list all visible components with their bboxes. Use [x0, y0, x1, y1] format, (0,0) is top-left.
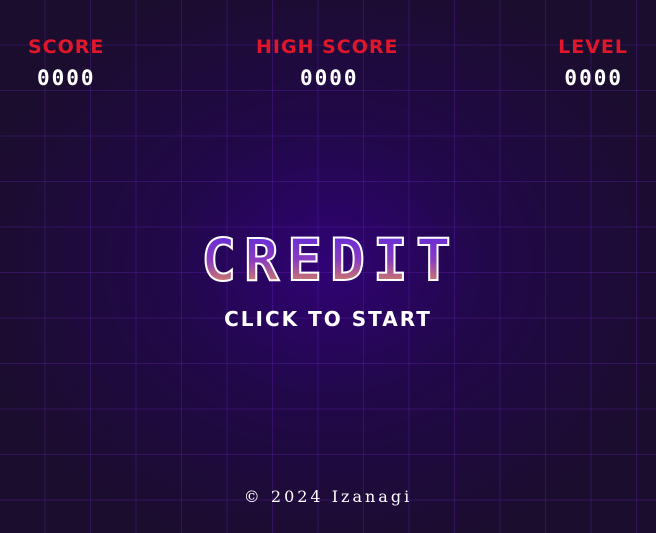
credit-title-text: CREDIT — [201, 226, 459, 294]
level-label: LEVEL — [558, 36, 628, 58]
click-to-start-button[interactable]: CLICK TO START — [0, 307, 656, 331]
credit-title-graphic: CREDIT — [200, 225, 459, 294]
copyright-text: © 2024 Izanagi — [243, 487, 413, 506]
high-score-label: HIGH SCORE — [256, 36, 399, 58]
score-label: SCORE — [28, 36, 105, 58]
high-score-value: 0000 — [300, 66, 359, 90]
score-value: 0000 — [37, 66, 96, 90]
level-value: 0000 — [564, 66, 623, 90]
credit-title: CREDIT — [0, 222, 656, 294]
game-screen[interactable]: SCORE 0000 HIGH SCORE 0000 LEVEL 0000 CR… — [0, 0, 656, 533]
